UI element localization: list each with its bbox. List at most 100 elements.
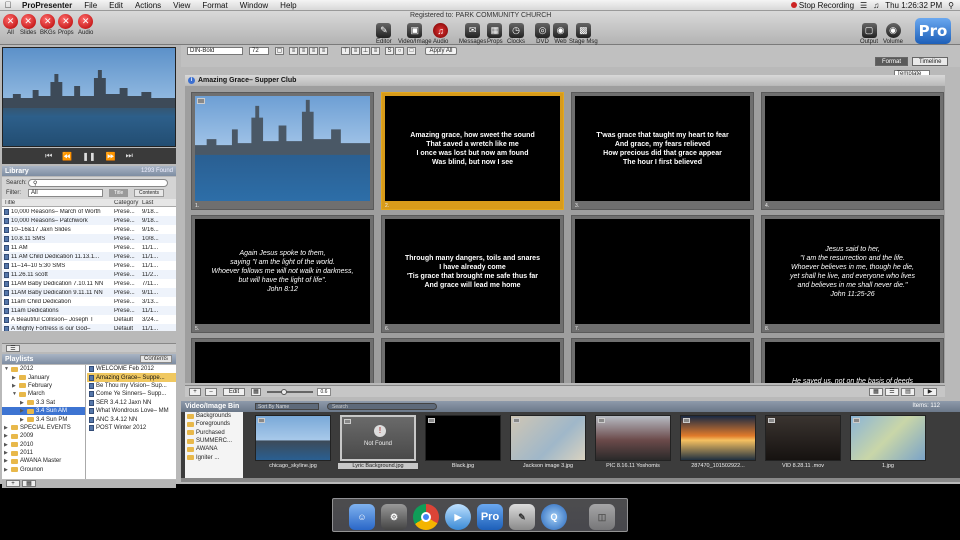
clear-audio-button[interactable]: ✕ Audio: [78, 14, 93, 36]
chrome-icon[interactable]: [413, 504, 439, 530]
playlist-document-item[interactable]: POST Winter 2012: [87, 424, 176, 432]
menu-edit[interactable]: Edit: [103, 1, 129, 10]
playlist-document-item[interactable]: What Wondrous Love– MM: [87, 407, 176, 415]
menubar-clock[interactable]: Thu 1:26:32 PM: [885, 1, 942, 10]
disclosure-closed-icon[interactable]: ▶: [20, 408, 25, 414]
library-row[interactable]: 11.26.11 scott Prese... 11/2...: [2, 270, 176, 279]
video-bin-thumbnail[interactable]: chicago_skyline.jpg: [253, 415, 333, 470]
library-row[interactable]: 11am Child Dedication Prese... 3/13...: [2, 297, 176, 306]
disclosure-closed-icon[interactable]: ▶: [4, 458, 9, 464]
playlist-tree-item[interactable]: ▶ SPECIAL EVENTS: [2, 424, 85, 432]
volume-button[interactable]: ◉ Volume: [883, 23, 903, 45]
playlist-tree-item[interactable]: ▶ 2009: [2, 432, 85, 440]
library-row[interactable]: A Mighty Fortress is our God– Default 11/1…: [2, 324, 176, 331]
playlist-tree-item[interactable]: ▶ 2010: [2, 441, 85, 449]
video-bin-folder[interactable]: Backgrounds: [185, 412, 243, 420]
playlist-document-item[interactable]: Amazing Grace– Suppe...: [87, 373, 176, 382]
menu-help[interactable]: Help: [274, 1, 302, 10]
slide-thumbnail[interactable]: When we've been there ten thousand years…: [191, 338, 374, 383]
playlist-document-item[interactable]: SER 3.4.12 Jaxn NN: [87, 399, 176, 407]
disclosure-closed-icon[interactable]: ▶: [4, 425, 9, 431]
audio-button[interactable]: ♫ Audio: [433, 23, 448, 45]
library-row[interactable]: 11AM Baby Dedication 7.10.11 NN Prese... 7…: [2, 279, 176, 288]
clear-bkgs-button[interactable]: ✕ BKGs: [40, 14, 56, 36]
playlist-tree-item[interactable]: ▶ 3.4 Sun PM: [2, 415, 85, 423]
disclosure-closed-icon[interactable]: ▶: [20, 417, 25, 423]
playlist-document-item[interactable]: WELCOME Feb 2012: [87, 365, 176, 373]
facetime-icon[interactable]: ▶: [445, 504, 471, 530]
playlist-document-item[interactable]: ANC 3.4.12 NN: [87, 415, 176, 423]
disclosure-closed-icon[interactable]: ▶: [4, 433, 9, 439]
search-title-toggle[interactable]: Title: [109, 189, 129, 197]
valign-top-icon[interactable]: ⊤: [341, 47, 350, 55]
disclosure-open-icon[interactable]: ▼: [4, 366, 9, 372]
column-title[interactable]: Title: [2, 200, 114, 206]
library-row[interactable]: 10,000 Reasons– Patchwork Prese... 9/18...: [2, 216, 176, 225]
library-row[interactable]: 10–16&17 Jaxn Slides Prese... 9/16...: [2, 225, 176, 234]
volume-icon[interactable]: ♫: [873, 1, 879, 10]
video-bin-folder[interactable]: AWANA: [185, 445, 243, 453]
playlist-tree-item[interactable]: ▶ 3.3 Sat: [2, 399, 85, 407]
zoom-slider-knob[interactable]: [281, 389, 287, 395]
disclosure-closed-icon[interactable]: ▶: [4, 467, 9, 473]
trash-icon[interactable]: ◫: [589, 504, 615, 530]
library-row[interactable]: 10.8.11 SMS Prese... 10/8...: [2, 234, 176, 243]
library-row[interactable]: 11 AM Child Dedication 11.13.1... Prese..…: [2, 252, 176, 261]
valign-middle-icon[interactable]: ≡: [351, 47, 360, 55]
library-row[interactable]: 11–14–10 5:30 SMS Prese... 11/1...: [2, 261, 176, 270]
video-sort-select[interactable]: Sort By Name: [255, 403, 319, 410]
output-button[interactable]: ▢ Output: [860, 23, 878, 45]
table-view-icon[interactable]: ▤: [901, 388, 915, 396]
slide-thumbnail[interactable]: 4.: [761, 92, 944, 210]
pause-icon[interactable]: ❚❚: [82, 152, 95, 161]
forward-icon[interactable]: ⏩: [106, 152, 116, 161]
disclosure-closed-icon[interactable]: ▶: [4, 442, 9, 448]
video-bin-thumbnail[interactable]: 1.jpg: [848, 415, 928, 470]
apply-all-button[interactable]: Apply All: [425, 47, 457, 55]
tab-timeline[interactable]: Timeline: [912, 57, 949, 66]
playlist-document-item[interactable]: Come Ye Sinners– Supp...: [87, 390, 176, 398]
propresenter-icon[interactable]: Pro: [477, 504, 503, 530]
disclosure-closed-icon[interactable]: ▶: [20, 400, 25, 406]
video-image-button[interactable]: ▣ Video/Image: [398, 23, 432, 45]
rewind-start-icon[interactable]: ⏮: [45, 151, 52, 161]
props-button[interactable]: ▦ Props: [487, 23, 503, 45]
tab-format[interactable]: Format: [875, 57, 909, 66]
align-center-icon[interactable]: ≡: [299, 47, 308, 55]
slide-thumbnail[interactable]: Amazing grace, how sweet the sound10.: [381, 338, 564, 383]
slide-thumbnail[interactable]: T'was grace that taught my heart to fear…: [571, 92, 754, 210]
column-last[interactable]: Last: [142, 200, 172, 206]
add-playlist-button[interactable]: +: [6, 480, 20, 487]
wifi-icon[interactable]: ☰: [860, 1, 867, 10]
zoom-value[interactable]: 0.6: [317, 388, 331, 396]
library-row[interactable]: 11 AM Prese... 11/1...: [2, 243, 176, 252]
info-icon[interactable]: i: [188, 76, 195, 84]
spotlight-icon[interactable]: ⚲: [948, 1, 954, 10]
clear-props-button[interactable]: ✕ Props: [58, 14, 74, 36]
library-row[interactable]: A Beautiful Collision– Joseph T Default 3/…: [2, 315, 176, 324]
zoom-slider-track[interactable]: [267, 391, 313, 393]
video-bin-thumbnail[interactable]: Jackson image 3.jpg: [508, 415, 588, 470]
slide-thumbnail[interactable]: Jesus said to her, "I am the resurrectio…: [761, 215, 944, 333]
library-search-input[interactable]: ⚲: [28, 179, 168, 187]
remove-slide-button[interactable]: –: [205, 388, 217, 396]
align-right-icon[interactable]: ≡: [309, 47, 318, 55]
video-bin-folder[interactable]: SUMMERC...: [185, 437, 243, 445]
add-slide-button[interactable]: +: [189, 388, 201, 396]
menu-format[interactable]: Format: [196, 1, 233, 10]
dvd-button[interactable]: ◎ DVD: [535, 23, 550, 45]
align-left-icon[interactable]: ≡: [289, 47, 298, 55]
forward-end-icon[interactable]: ⏭: [126, 151, 133, 161]
finder-icon[interactable]: ☺: [349, 504, 375, 530]
stop-recording[interactable]: Stop Recording: [790, 1, 854, 10]
clear-slides-button[interactable]: ✕ Slides: [20, 14, 36, 36]
video-bin-folder[interactable]: Igniter ...: [185, 453, 243, 461]
slide-thumbnail[interactable]: Amazing grace, how sweet the sound That …: [381, 92, 564, 210]
text-style-icon[interactable]: ≡: [371, 47, 380, 55]
disclosure-closed-icon[interactable]: ▶: [12, 375, 17, 381]
utility-icon[interactable]: ✎: [509, 504, 535, 530]
video-bin-folder[interactable]: Foregrounds: [185, 420, 243, 428]
video-bin-thumbnail[interactable]: VID 8.28.11 .mov: [763, 415, 843, 470]
playlist-tree-item[interactable]: ▶ 2011: [2, 449, 85, 457]
color-swatch[interactable]: ▢: [275, 47, 284, 55]
